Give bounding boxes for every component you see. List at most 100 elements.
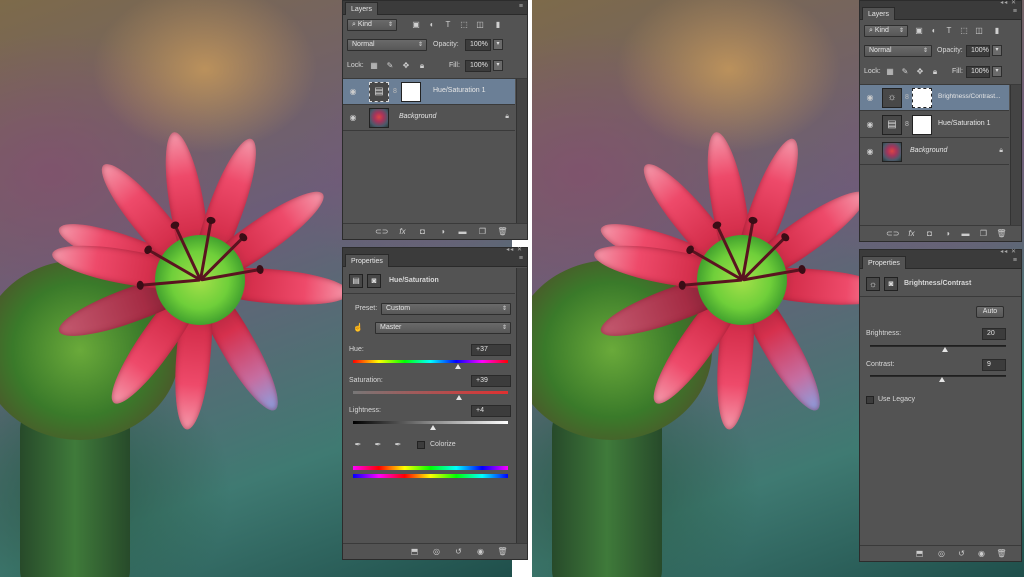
opacity-arrow-button[interactable]: ▾ <box>992 45 1002 56</box>
eyedropper-plus-icon[interactable]: ✒ <box>373 440 383 450</box>
fill-arrow-button[interactable]: ▾ <box>992 66 1002 77</box>
adjustment-filter-icon[interactable]: ◐ <box>929 26 939 36</box>
brightness-field[interactable]: 20 <box>982 328 1006 340</box>
filter-toggle-icon[interactable]: ▮ <box>493 20 503 30</box>
lightness-slider-knob[interactable] <box>430 425 436 430</box>
mask-link-icon[interactable]: 8 <box>393 87 399 97</box>
adjustment-filter-icon[interactable]: ◐ <box>427 20 437 30</box>
channel-dropdown[interactable]: Master ⇕ <box>375 322 511 334</box>
view-previous-state-icon[interactable]: ◎ <box>431 547 442 557</box>
mask-icon[interactable]: ◙ <box>367 274 381 288</box>
type-filter-icon[interactable]: T <box>944 26 954 36</box>
type-filter-icon[interactable]: T <box>443 20 453 30</box>
colorize-checkbox[interactable] <box>417 441 425 449</box>
lightness-slider-track[interactable] <box>353 421 508 424</box>
layer-hue-saturation[interactable]: ◉ ▤ 8 Hue/Saturation 1 <box>343 79 515 105</box>
visibility-icon[interactable]: ◉ <box>475 547 486 557</box>
layer-background[interactable]: ◉ Background 🔒︎ <box>343 105 515 131</box>
collapse-icon[interactable]: ◂◂ ✕ <box>1000 248 1017 255</box>
filter-toggle-icon[interactable]: ▮ <box>992 26 1002 36</box>
lock-all-icon[interactable]: 🔒︎ <box>930 67 940 77</box>
visibility-eye-icon[interactable]: ◉ <box>865 120 875 130</box>
lock-pixels-icon[interactable]: ✎ <box>900 67 910 77</box>
link-layers-icon[interactable]: ⊂⊃ <box>886 229 899 239</box>
lock-all-icon[interactable]: 🔒︎ <box>417 61 427 71</box>
fx-icon[interactable]: fx <box>397 227 408 237</box>
properties-tab[interactable]: Properties <box>862 256 906 269</box>
visibility-icon[interactable]: ◉ <box>976 549 987 559</box>
new-layer-icon[interactable]: ❐ <box>978 229 989 239</box>
shape-filter-icon[interactable]: ⬚ <box>959 26 969 36</box>
pixel-filter-icon[interactable]: ▣ <box>411 20 421 30</box>
panel-menu-icon[interactable]: ≡ <box>519 255 523 262</box>
properties-scrollbar[interactable] <box>516 268 527 543</box>
new-layer-icon[interactable]: ❐ <box>477 227 488 237</box>
panel-menu-icon[interactable]: ≡ <box>519 3 523 10</box>
lock-transparent-icon[interactable]: ▦ <box>369 61 379 71</box>
shape-filter-icon[interactable]: ⬚ <box>459 20 469 30</box>
pixel-filter-icon[interactable]: ▣ <box>914 26 924 36</box>
contrast-field[interactable]: 9 <box>982 359 1006 371</box>
blend-mode-dropdown[interactable]: Normal ⇕ <box>864 45 932 57</box>
fill-arrow-button[interactable]: ▾ <box>493 60 503 71</box>
delete-icon[interactable]: 🗑︎ <box>996 229 1007 239</box>
use-legacy-checkbox[interactable] <box>866 396 874 404</box>
panel-menu-icon[interactable]: ≡ <box>1013 8 1017 15</box>
layers-tab[interactable]: Layers <box>862 7 896 20</box>
blend-mode-dropdown[interactable]: Normal ⇕ <box>347 39 427 51</box>
layer-mask-thumbnail[interactable] <box>912 115 932 135</box>
panel-menu-icon[interactable]: ≡ <box>1013 257 1017 264</box>
contrast-slider-track[interactable] <box>870 375 1006 377</box>
new-adjustment-icon[interactable]: ◑ <box>437 227 448 237</box>
clip-to-layer-icon[interactable]: ⬒ <box>409 547 420 557</box>
preset-dropdown[interactable]: Custom ⇕ <box>381 303 511 315</box>
kind-filter-dropdown[interactable]: ⌕ Kind ⇕ <box>864 25 908 37</box>
layer-hue-saturation[interactable]: ◉ ▤ 8 Hue/Saturation 1 <box>860 112 1009 138</box>
reset-icon[interactable]: ↺ <box>956 549 967 559</box>
hue-slider-knob[interactable] <box>455 364 461 369</box>
hue-field[interactable]: +37 <box>471 344 511 356</box>
eyedropper-minus-icon[interactable]: ✒ <box>393 440 403 450</box>
new-group-icon[interactable]: ▬ <box>457 227 468 237</box>
saturation-slider-knob[interactable] <box>456 395 462 400</box>
view-previous-state-icon[interactable]: ◎ <box>936 549 947 559</box>
layers-scrollbar[interactable] <box>1010 85 1021 225</box>
delete-icon[interactable]: 🗑︎ <box>497 227 508 237</box>
fill-field[interactable]: 100% <box>465 60 491 72</box>
delete-icon[interactable]: 🗑︎ <box>497 547 508 557</box>
visibility-eye-icon[interactable]: ◉ <box>348 113 358 123</box>
visibility-eye-icon[interactable]: ◉ <box>865 93 875 103</box>
layer-brightness-contrast[interactable]: ◉ ☼ 8 Brightness/Contrast... <box>860 85 1009 111</box>
new-adjustment-icon[interactable]: ◑ <box>942 229 953 239</box>
opacity-field[interactable]: 100% <box>966 45 990 57</box>
lightness-field[interactable]: +4 <box>471 405 511 417</box>
clip-to-layer-icon[interactable]: ⬒ <box>914 549 925 559</box>
link-layers-icon[interactable]: ⊂⊃ <box>375 227 388 237</box>
fill-field[interactable]: 100% <box>966 66 990 78</box>
lock-transparent-icon[interactable]: ▦ <box>885 67 895 77</box>
mask-link-icon[interactable]: 8 <box>905 120 911 130</box>
saturation-slider-track[interactable] <box>353 391 508 394</box>
add-mask-icon[interactable]: ◘ <box>924 229 935 239</box>
collapse-icon[interactable]: ◂◂ ✕ <box>506 246 523 253</box>
targeted-adjustment-hand-icon[interactable]: ☝ <box>351 323 365 333</box>
smart-object-filter-icon[interactable]: ◫ <box>974 26 984 36</box>
new-group-icon[interactable]: ▬ <box>960 229 971 239</box>
layer-mask-thumbnail[interactable] <box>912 88 932 108</box>
opacity-field[interactable]: 100% <box>465 39 491 51</box>
lock-position-icon[interactable]: ✥ <box>401 61 411 71</box>
fx-icon[interactable]: fx <box>906 229 917 239</box>
layer-background[interactable]: ◉ Background 🔒︎ <box>860 139 1009 165</box>
opacity-arrow-button[interactable]: ▾ <box>493 39 503 50</box>
visibility-eye-icon[interactable]: ◉ <box>865 147 875 157</box>
smart-object-filter-icon[interactable]: ◫ <box>475 20 485 30</box>
brightness-slider-track[interactable] <box>870 345 1006 347</box>
mask-link-icon[interactable]: 8 <box>905 93 911 103</box>
delete-icon[interactable]: 🗑︎ <box>996 549 1007 559</box>
properties-tab[interactable]: Properties <box>345 254 389 267</box>
brightness-slider-knob[interactable] <box>942 347 948 352</box>
add-mask-icon[interactable]: ◘ <box>417 227 428 237</box>
eyedropper-icon[interactable]: ✒ <box>353 440 363 450</box>
contrast-slider-knob[interactable] <box>939 377 945 382</box>
visibility-eye-icon[interactable]: ◉ <box>348 87 358 97</box>
